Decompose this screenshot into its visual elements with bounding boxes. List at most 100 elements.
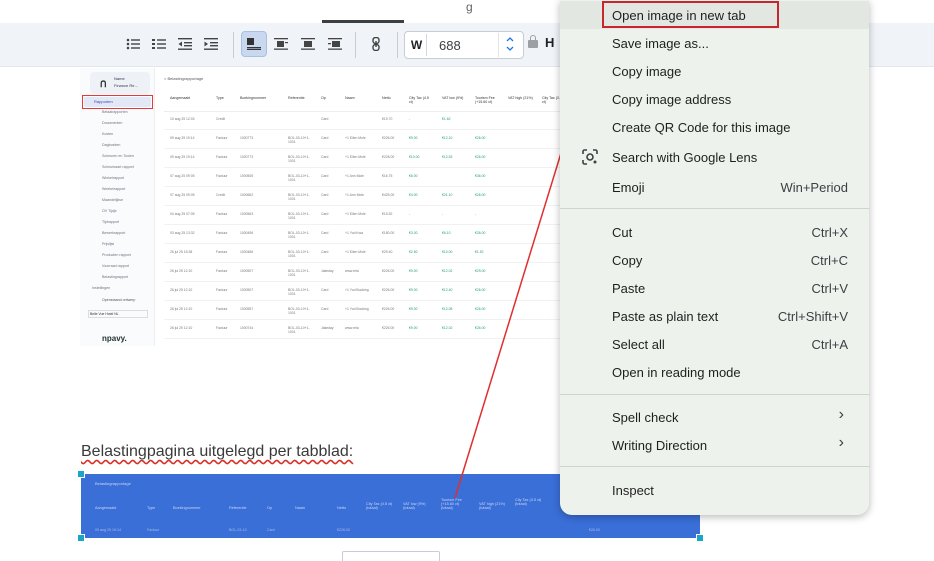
embedded-table-cell: BOL-03-10+1-1001 [288,212,310,220]
embedded-table-cell: +1 Ellen Mole [345,250,366,254]
menu-item-emoji[interactable]: Emoji Win+Period [560,173,869,201]
embedded-table-cell: €29.00 [475,269,486,273]
embedded-table-cell: €3.00 [409,231,418,235]
embedded-nav-item: Winkelrapport [102,176,125,180]
menu-item-reading-mode[interactable]: Open in reading mode [560,358,869,386]
embedded-table-cell: €26.00 [475,193,486,197]
selected-image-column: City Tax (4.5 ct) (totaal) [366,502,393,510]
embedded-table-cell: 26 jul 25 15:38 [170,250,193,254]
menu-item-writing-direction[interactable]: Writing Direction › [560,431,869,459]
embedded-table-cell: €4.00 [409,193,418,197]
wrap-text-icon[interactable] [268,31,294,57]
embedded-table-cell: €26.00 [475,326,486,330]
width-value[interactable]: 688 [439,38,461,53]
embedded-table-cell: +1 Ann Mole [345,193,364,197]
menu-item-copy-image-address[interactable]: Copy image address [560,85,869,113]
menu-item-select-all[interactable]: Select all Ctrl+A [560,330,869,358]
numbered-list-icon[interactable] [146,31,172,57]
embedded-table-cell: €1.52 [475,250,484,254]
menu-item-spell-check[interactable]: Spell check › [560,403,869,431]
selected-image-cell: Factuur [147,528,160,532]
width-field[interactable]: W 688 [404,31,524,59]
selected-image-column: Referentie [229,506,247,510]
image-options-bubble[interactable] [342,551,440,561]
menu-item-inspect[interactable]: Inspect [560,476,869,504]
embedded-table-cell: +1 Yod Booking [345,288,369,292]
link-icon[interactable] [363,31,389,57]
embedded-table-cell: €9.00 [409,307,418,311]
embedded-table-cell: €6.10 [442,231,451,235]
behind-text-icon[interactable] [322,31,348,57]
selected-image-cell: €226.00 [337,528,350,532]
embedded-table-cell: €226.00 [382,326,395,330]
embedded-nav-item: Maandelijkse [102,198,123,202]
resize-handle-top-left[interactable] [77,470,85,478]
height-label: H [545,35,555,50]
embedded-nav-item: Scheuren en Tooien [102,154,134,158]
embedded-table-cell: BOL-03-10+1-1001 [288,231,310,239]
embedded-table-cell: Factuur [216,326,228,330]
menu-item-save-image-as[interactable]: Save image as... [560,29,869,57]
screen: g W 688 H ᑎ Name Finance Re... Rapporten… [0,0,934,561]
menu-item-copy-image[interactable]: Copy image [560,57,869,85]
embedded-table-cell: Card [321,174,329,178]
menu-item-paste-plain-text[interactable]: Paste as plain text Ctrl+Shift+V [560,302,869,330]
indent-icon[interactable] [198,31,224,57]
embedded-table-cell: €180.00 [382,231,395,235]
embedded-table-cell: - [475,212,477,216]
embedded-table-cell: Card [321,307,329,311]
embedded-table-cell: €12.02 [442,326,453,330]
menu-item-create-qr-code[interactable]: Create QR Code for this image [560,113,869,141]
selected-image-cell: €26.00 [589,528,600,532]
menu-item-search-google-lens[interactable]: Search with Google Lens [560,143,869,171]
embedded-logo: ᑎ [100,79,107,89]
resize-handle-bottom-right[interactable] [696,534,704,542]
embedded-table-cell: €36.00 [475,174,486,178]
embedded-table-cell: BOL-03-10+1-1001 [288,326,310,334]
embedded-table-cell: Card [321,250,329,254]
embedded-table-cell: 1000507 [240,269,254,273]
section-heading[interactable]: Belastingpagina uitgelegd per tabblad: [81,443,353,461]
embedded-table-cell: €16.75 [382,174,393,178]
embedded-table-cell: - [409,117,411,121]
embedded-table-cell: €26.00 [475,231,486,235]
embedded-table-cell: 1000505 [240,174,254,178]
aspect-lock-icon[interactable] [528,35,538,48]
menu-separator [560,208,869,209]
embedded-table-cell: BOL-03-10+1-1001 [288,250,310,258]
resize-handle-bottom-left[interactable] [77,534,85,542]
bullet-list-icon[interactable] [120,31,146,57]
width-stepper[interactable] [498,33,520,57]
embedded-table-cell: BOL-03-10+1-1001 [288,155,310,163]
embedded-table-cell: www.rela [345,326,359,330]
embedded-nav-item: Betaalrapporten [102,110,128,114]
selected-image-cell: 09 aug 25 19:14 [95,528,121,532]
embedded-table-cell: - [409,212,411,216]
embedded-selected-outline [82,95,153,109]
embedded-table-cell: 03 aug 25 13:32 [170,231,195,235]
embedded-table-cell: €2.60 [409,250,418,254]
outdent-icon[interactable] [172,31,198,57]
break-text-icon[interactable] [295,31,321,57]
embedded-table-cell: www.rela [345,269,359,273]
wrap-inline-icon[interactable] [241,31,267,57]
embedded-table-cell: Factuur [216,288,228,292]
embedded-table-cell: €21.10 [442,193,453,197]
menu-item-cut[interactable]: Cut Ctrl+X [560,218,869,246]
menu-item-paste[interactable]: Paste Ctrl+V [560,274,869,302]
embedded-table-cell: €26.00 [475,307,486,311]
embedded-table-cell: 1000496 [240,231,254,235]
menu-item-copy[interactable]: Copy Ctrl+C [560,246,869,274]
embedded-table-row: 26 jul 25 12:10 Factuur 1000557 BOL-03-10+1… [164,302,580,320]
embedded-table-cell: €12.08 [442,307,453,311]
embedded-table-cell: BOL-03-10+1-1001 [288,174,310,182]
embedded-table-cell: €228.00 [382,155,395,159]
embedded-table-cell: 10 aug 25 12:03 [170,117,195,121]
embedded-table-row: 10 aug 25 12:03 Credit Card €19.70 - €1.62 [164,112,580,130]
width-label: W [407,34,427,56]
selected-image-column: Type [147,506,156,510]
embedded-screenshot[interactable]: ᑎ Name Finance Re... Rapporten Betaalrap… [80,68,580,346]
selected-image-cell: Card [267,528,275,532]
embedded-table-cell: +1 Ellen Mole [345,155,366,159]
selected-image-title: Belastingrapportage [95,481,131,486]
